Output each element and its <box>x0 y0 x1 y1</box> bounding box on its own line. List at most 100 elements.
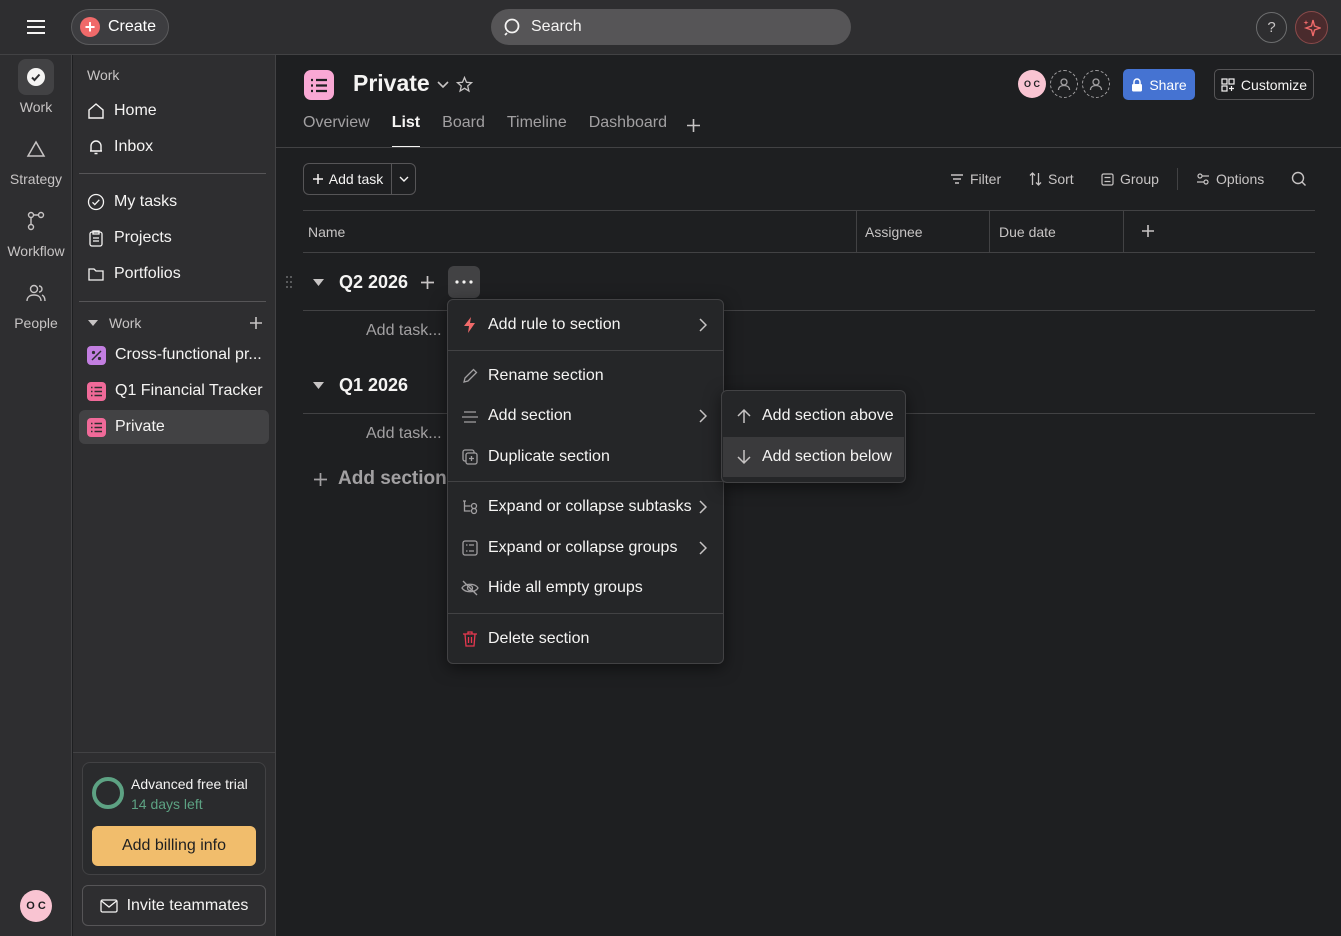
menu-icon[interactable] <box>22 16 50 38</box>
chevron-down-icon[interactable] <box>436 80 450 90</box>
subtasks-icon <box>463 500 478 515</box>
plus-icon[interactable] <box>249 316 263 330</box>
group-button[interactable]: Group <box>1101 171 1159 187</box>
rail-item-workflow[interactable]: Workflow <box>0 203 72 259</box>
options-button[interactable]: Options <box>1196 171 1264 187</box>
invite-teammates-button[interactable]: Invite teammates <box>82 885 266 926</box>
menu-item-rename[interactable]: Rename section <box>448 358 723 394</box>
add-section-button[interactable]: Add section <box>313 468 447 490</box>
menu-item-add-rule[interactable]: Add rule to section <box>448 307 723 343</box>
options-label: Options <box>1216 171 1265 187</box>
create-button[interactable]: + Create <box>71 9 169 45</box>
sidebar-project-q1-financial[interactable]: Q1 Financial Tracker <box>79 374 269 408</box>
sidebar-item-my-tasks[interactable]: My tasks <box>79 185 269 219</box>
project-tabs: Overview List Board Timeline Dashboard <box>303 114 667 148</box>
sidebar-project-private[interactable]: Private <box>79 410 269 444</box>
menu-item-hide-empty-groups[interactable]: Hide all empty groups <box>448 570 723 606</box>
share-button[interactable]: Share <box>1123 69 1195 100</box>
plus-icon: + <box>80 17 100 37</box>
column-header-name[interactable]: Name <box>308 224 345 240</box>
projects-section-header[interactable]: Work <box>87 313 263 333</box>
sidebar-item-home[interactable]: Home <box>79 94 269 128</box>
add-column-plus-icon[interactable] <box>1141 224 1155 238</box>
submenu-item-add-above[interactable]: Add section above <box>723 396 904 436</box>
avatar-initials: O C <box>26 900 46 912</box>
filter-button[interactable]: Filter <box>950 171 1001 187</box>
rail-item-strategy[interactable]: Strategy <box>0 131 72 187</box>
tab-timeline[interactable]: Timeline <box>507 114 567 147</box>
add-task-button[interactable]: Add task <box>303 163 416 195</box>
add-task-main[interactable]: Add task <box>304 164 392 194</box>
menu-item-expand-subtasks[interactable]: Expand or collapse subtasks <box>448 489 723 525</box>
ai-sparkle-button[interactable] <box>1295 11 1328 44</box>
menu-item-duplicate[interactable]: Duplicate section <box>448 439 723 475</box>
member-avatars[interactable]: O C <box>1018 70 1110 98</box>
duplicate-icon <box>462 449 478 465</box>
menu-item-label: Add rule to section <box>488 316 621 333</box>
column-header-due-date[interactable]: Due date <box>999 224 1056 240</box>
customize-button[interactable]: Customize <box>1214 69 1314 100</box>
rail-item-work[interactable]: Work <box>0 59 72 115</box>
sidebar-heading: Work <box>87 67 120 83</box>
tab-dashboard[interactable]: Dashboard <box>589 114 667 147</box>
clipboard-icon <box>89 230 103 247</box>
section-title-q2[interactable]: Q2 2026 <box>339 272 408 293</box>
user-placeholder-icon <box>1050 70 1078 98</box>
more-horizontal-icon <box>455 280 473 284</box>
sparkle-icon <box>1303 19 1321 36</box>
star-icon[interactable] <box>456 76 473 93</box>
drag-handle-icon[interactable] <box>284 275 294 289</box>
menu-item-label: Expand or collapse subtasks <box>488 498 692 515</box>
add-task-placeholder[interactable]: Add task... <box>366 322 442 340</box>
add-section-submenu: Add section above Add section below <box>721 390 906 483</box>
add-task-to-section-plus-icon[interactable] <box>420 275 435 290</box>
column-separator <box>989 210 990 252</box>
tab-list[interactable]: List <box>391 114 421 148</box>
sidebar-item-portfolios[interactable]: Portfolios <box>79 257 269 291</box>
search-icon[interactable] <box>1291 171 1307 187</box>
trash-icon <box>463 631 477 647</box>
table-top-border <box>303 210 1315 211</box>
section-more-button[interactable] <box>448 266 480 298</box>
add-task-label: Add task <box>328 171 384 187</box>
check-circle-icon <box>18 59 54 95</box>
sidebar-item-label: My tasks <box>114 193 178 210</box>
tab-overview[interactable]: Overview <box>303 114 370 147</box>
add-tab-plus-icon[interactable] <box>686 118 701 133</box>
trial-progress-ring <box>92 777 124 809</box>
user-avatar[interactable]: O C <box>20 890 52 922</box>
sidebar-item-projects[interactable]: Projects <box>79 221 269 255</box>
sort-button[interactable]: Sort <box>1029 171 1074 187</box>
menu-item-add-section[interactable]: Add section <box>448 398 723 434</box>
group-label: Group <box>1120 171 1159 187</box>
help-button[interactable]: ? <box>1256 12 1287 43</box>
tab-board[interactable]: Board <box>442 114 485 147</box>
project-title[interactable]: Private <box>353 70 430 97</box>
caret-down-icon[interactable] <box>312 381 325 390</box>
column-header-assignee[interactable]: Assignee <box>865 224 923 240</box>
submenu-item-label: Add section below <box>762 448 892 465</box>
sidebar-item-inbox[interactable]: Inbox <box>79 130 269 164</box>
menu-item-delete-section[interactable]: Delete section <box>448 621 723 657</box>
sidebar-item-label: Inbox <box>114 138 154 155</box>
search-input[interactable]: Search <box>491 9 851 45</box>
section-title-q1[interactable]: Q1 2026 <box>339 375 408 396</box>
submenu-item-label: Add section above <box>762 407 894 424</box>
add-section-label: Add section <box>338 468 447 489</box>
list-icon <box>87 417 106 437</box>
chevron-right-icon <box>699 318 707 332</box>
share-label: Share <box>1149 76 1187 93</box>
add-task-dropdown[interactable] <box>392 164 415 194</box>
sidebar-project-cross-functional[interactable]: Cross-functional pr... <box>79 338 269 372</box>
caret-down-icon[interactable] <box>312 278 325 287</box>
submenu-item-add-below[interactable]: Add section below <box>723 437 904 477</box>
rail-item-people[interactable]: People <box>0 275 72 331</box>
add-billing-button[interactable]: Add billing info <box>92 826 256 866</box>
project-icon[interactable] <box>304 70 334 100</box>
menu-item-label: Expand or collapse groups <box>488 539 678 556</box>
trial-days-left: 14 days left <box>131 796 203 812</box>
sidebar-item-label: Portfolios <box>114 265 181 282</box>
add-task-placeholder[interactable]: Add task... <box>366 425 442 443</box>
projects-heading: Work <box>109 315 142 331</box>
menu-item-expand-groups[interactable]: Expand or collapse groups <box>448 530 723 566</box>
